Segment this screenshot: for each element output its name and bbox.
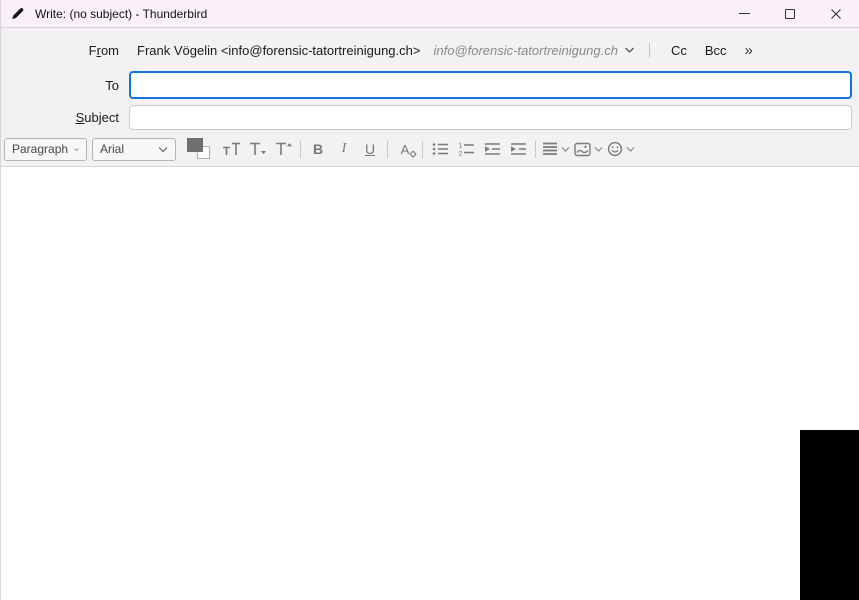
indent-icon[interactable] — [505, 137, 531, 161]
cc-button[interactable]: Cc — [662, 39, 696, 62]
insert-smiley-button[interactable] — [605, 137, 637, 161]
bold-button[interactable]: B — [305, 137, 331, 161]
divider — [648, 42, 650, 58]
message-body-editor[interactable] — [1, 167, 859, 600]
numbered-list-icon[interactable]: 12 — [453, 137, 479, 161]
increase-font-size-icon[interactable] — [270, 137, 296, 161]
remove-formatting-icon — [409, 150, 417, 158]
black-artifact-region — [800, 430, 859, 600]
subject-row: Subject — [1, 105, 859, 130]
minimize-button[interactable] — [721, 0, 767, 27]
titlebar: Write: (no subject) - Thunderbird — [1, 0, 859, 28]
toolbar-separator — [422, 140, 423, 158]
minimize-icon — [738, 13, 750, 14]
toolbar-separator — [387, 140, 388, 158]
text-color-picker[interactable] — [187, 137, 214, 161]
from-address: Frank Vögelin <info@forensic-tatortreini… — [137, 42, 421, 58]
compose-pencil-icon — [10, 6, 25, 21]
chevron-down-icon — [594, 146, 603, 152]
smiley-icon — [607, 141, 623, 157]
chevron-down-icon — [561, 146, 570, 152]
image-icon — [574, 142, 591, 156]
maximize-button[interactable] — [767, 0, 813, 27]
paragraph-format-value: Paragraph — [12, 142, 69, 156]
formatting-toolbar: Paragraph Arial B I U A 1 2 — [1, 137, 859, 161]
from-label: From — [88, 42, 119, 58]
chevron-down-icon — [624, 47, 634, 53]
italic-button[interactable]: I — [331, 137, 357, 161]
font-value: Arial — [100, 142, 125, 156]
toolbar-separator — [300, 140, 301, 158]
bullet-list-icon[interactable] — [427, 137, 453, 161]
close-button[interactable] — [813, 0, 859, 27]
bcc-button[interactable]: Bcc — [696, 39, 736, 62]
decrease-font-size-icon[interactable] — [244, 137, 270, 161]
more-recipients-button[interactable]: » — [736, 40, 763, 61]
chevron-down-icon — [74, 147, 79, 151]
foreground-color-swatch — [187, 137, 203, 152]
outdent-icon[interactable] — [479, 137, 505, 161]
to-input[interactable] — [129, 71, 852, 99]
font-size-icon[interactable] — [218, 137, 244, 161]
insert-image-button[interactable] — [572, 137, 605, 161]
from-row: From Frank Vögelin <info@forensic-tatort… — [1, 37, 859, 63]
font-select[interactable]: Arial — [92, 137, 176, 161]
svg-text:1: 1 — [459, 143, 463, 150]
subject-label: Subject — [75, 110, 119, 125]
identity-selector[interactable]: info@forensic-tatortreinigung.ch — [433, 43, 634, 58]
maximize-icon — [785, 8, 795, 19]
alignment-button[interactable] — [540, 137, 572, 161]
identity-address: info@forensic-tatortreinigung.ch — [433, 42, 618, 58]
remove-formatting-button[interactable]: A — [392, 137, 418, 161]
close-icon — [831, 8, 841, 19]
to-label: To — [105, 77, 119, 93]
subject-input[interactable] — [129, 105, 852, 130]
toolbar-separator — [535, 140, 536, 158]
paragraph-format-select[interactable]: Paragraph — [4, 137, 87, 161]
window-title: Write: (no subject) - Thunderbird — [35, 6, 208, 21]
chevron-down-icon — [626, 146, 635, 152]
align-icon — [543, 142, 557, 155]
chevron-down-icon — [158, 146, 168, 152]
svg-text:2: 2 — [459, 151, 463, 156]
to-row: To — [1, 71, 859, 99]
underline-button[interactable]: U — [357, 137, 383, 161]
compose-header: From Frank Vögelin <info@forensic-tatort… — [1, 28, 859, 167]
